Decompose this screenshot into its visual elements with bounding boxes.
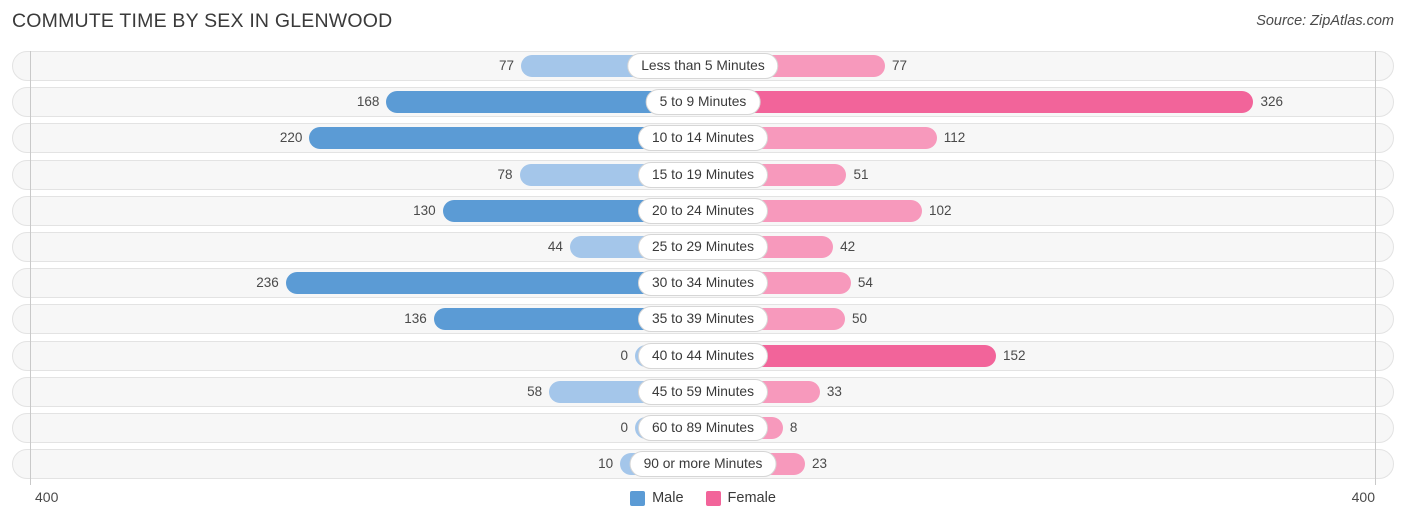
- male-value-label: 0: [620, 420, 628, 435]
- male-value-label: 236: [256, 275, 279, 291]
- female-value-label: 77: [891, 58, 907, 73]
- category-label: 45 to 59 Minutes: [637, 378, 769, 405]
- bar-row: 44 42 25 to 29 Minutes: [12, 232, 1394, 262]
- bar-row: 78 51 15 to 19 Minutes: [12, 159, 1394, 190]
- male-value-label: 44: [547, 239, 563, 254]
- female-bar[interactable]: [703, 91, 1254, 114]
- bar-row: 0 8 60 to 89 Minutes: [12, 413, 1394, 443]
- category-label: 25 to 29 Minutes: [637, 234, 769, 260]
- bar-row: 0 152 40 to 44 Minutes: [12, 340, 1394, 371]
- bar-row: 168 326 5 to 9 Minutes: [12, 87, 1394, 118]
- bar-row: 220 112 10 to 14 Minutes: [12, 123, 1394, 154]
- category-label: 40 to 44 Minutes: [637, 342, 769, 369]
- axis-line-left: [30, 51, 31, 485]
- legend-swatch-male: [630, 490, 646, 506]
- category-label: Less than 5 Minutes: [627, 53, 779, 79]
- female-value-label: 112: [943, 130, 966, 146]
- male-value-label: 136: [404, 311, 427, 327]
- category-label: 5 to 9 Minutes: [645, 89, 761, 116]
- category-label: 90 or more Minutes: [629, 451, 777, 478]
- category-label: 60 to 89 Minutes: [637, 415, 769, 441]
- category-label: 35 to 39 Minutes: [637, 306, 769, 333]
- male-value-label: 78: [497, 166, 513, 182]
- female-value-label: 152: [1002, 347, 1026, 363]
- male-value-label: 0: [620, 347, 628, 363]
- female-value-label: 50: [852, 311, 868, 327]
- legend-label-female: Female: [727, 490, 776, 506]
- male-value-label: 168: [356, 94, 380, 110]
- bar-row: 130 102 20 to 24 Minutes: [12, 195, 1394, 226]
- female-value-label: 102: [928, 202, 952, 218]
- legend-item-female[interactable]: Female: [705, 490, 776, 506]
- category-label: 10 to 14 Minutes: [637, 125, 769, 152]
- category-label: 15 to 19 Minutes: [637, 161, 769, 188]
- bar-row: 236 54 30 to 34 Minutes: [12, 268, 1394, 299]
- legend-item-male[interactable]: Male: [630, 490, 684, 506]
- male-value-label: 130: [413, 202, 436, 218]
- female-value-label: 33: [826, 383, 842, 399]
- female-value-label: 54: [857, 275, 873, 291]
- bar-row: 77 77 Less than 5 Minutes: [12, 51, 1394, 81]
- chart-legend: Male Female: [0, 490, 1406, 506]
- female-value-label: 51: [853, 166, 869, 182]
- chart-footer: 400 400 Male Female: [0, 486, 1406, 523]
- chart-title: COMMUTE TIME BY SEX IN GLENWOOD: [12, 10, 393, 32]
- axis-line-right: [1375, 51, 1376, 485]
- bar-row: 58 33 45 to 59 Minutes: [12, 376, 1394, 407]
- male-value-label: 77: [499, 58, 515, 73]
- female-value-label: 23: [812, 456, 828, 472]
- female-value-label: 8: [789, 420, 798, 435]
- plot-area: 77 77 Less than 5 Minutes 168 326 5 to 9 Minu…: [0, 51, 1406, 486]
- male-value-label: 58: [527, 383, 543, 399]
- male-value-label: 10: [598, 456, 614, 472]
- female-value-label: 326: [1260, 94, 1283, 110]
- category-label: 20 to 24 Minutes: [637, 197, 769, 224]
- female-value-label: 42: [840, 239, 856, 254]
- male-value-label: 220: [279, 130, 303, 146]
- legend-label-male: Male: [652, 490, 684, 506]
- category-label: 30 to 34 Minutes: [637, 270, 769, 297]
- commute-time-chart: COMMUTE TIME BY SEX IN GLENWOOD Source: …: [0, 0, 1406, 523]
- bar-row: 136 50 35 to 39 Minutes: [12, 304, 1394, 335]
- bar-row: 10 23 90 or more Minutes: [12, 449, 1394, 480]
- chart-source-attribution: Source: ZipAtlas.com: [1256, 13, 1394, 29]
- legend-swatch-female: [705, 490, 721, 506]
